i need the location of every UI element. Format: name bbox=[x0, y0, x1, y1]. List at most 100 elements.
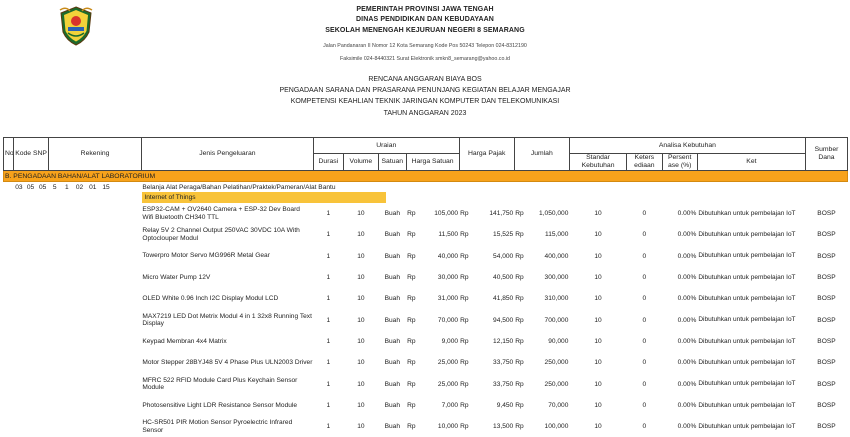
rekening-1: 5 bbox=[52, 183, 57, 191]
item-sumber-dana: BOSP bbox=[817, 252, 836, 260]
item-jumlah: 70,000 bbox=[548, 401, 569, 409]
item-ket: Dibutuhkan untuk pembelajan IoT bbox=[698, 252, 796, 260]
item-harga-pajak: 12,150 bbox=[493, 337, 514, 345]
item-ketersediaan: 0 bbox=[642, 210, 647, 218]
item-harga-pajak: 54,000 bbox=[493, 252, 514, 260]
item-ketersediaan: 0 bbox=[642, 231, 647, 239]
item-harga-satuan: 70,000 bbox=[437, 316, 459, 324]
item-harga-currency: Rp bbox=[407, 359, 416, 367]
item-harga-pajak: 33,750 bbox=[493, 380, 514, 388]
item-sumber-dana: BOSP bbox=[817, 316, 836, 324]
col-jumlah: Jumlah bbox=[513, 137, 570, 171]
item-harga-currency: Rp bbox=[407, 252, 416, 260]
item-harga-satuan: 40,000 bbox=[437, 252, 459, 260]
col-harga-pajak: Harga Pajak bbox=[458, 137, 515, 171]
item-name: OLED White 0.96 Inch I2C Display Modul L… bbox=[142, 295, 279, 303]
item-harga-satuan: 30,000 bbox=[437, 274, 459, 282]
item-jumlah-currency: Rp bbox=[515, 274, 524, 282]
item-ket: Dibutuhkan untuk pembelajan IoT bbox=[698, 401, 796, 409]
item-sumber-dana: BOSP bbox=[817, 380, 836, 388]
col-persentase: Persent ase (%) bbox=[661, 153, 698, 171]
item-pajak-currency: Rp bbox=[460, 295, 469, 303]
item-standar: 10 bbox=[594, 337, 602, 345]
item-ket: Dibutuhkan untuk pembelajan IoT bbox=[698, 273, 796, 281]
item-standar: 10 bbox=[594, 359, 602, 367]
section-row: B. PENGADAAN BAHAN/ALAT LABORATORIUM bbox=[3, 170, 848, 182]
item-volume: 10 bbox=[357, 359, 365, 367]
table-row: MAX7219 LED Dot Metrix Modul 4 in 1 32x8… bbox=[4, 309, 848, 330]
header-line-1: PEMERINTAH PROVINSI JAWA TENGAH bbox=[356, 6, 494, 13]
item-harga-pajak: 15,525 bbox=[493, 231, 514, 239]
item-standar: 10 bbox=[594, 210, 602, 218]
col-ket: Ket bbox=[696, 153, 806, 171]
header-line-2: DINAS PENDIDIKAN DAN KEBUDAYAAN bbox=[356, 16, 494, 23]
item-durasi: 1 bbox=[326, 316, 331, 324]
item-satuan: Buah bbox=[384, 380, 400, 388]
item-jumlah-currency: Rp bbox=[515, 359, 524, 367]
item-jumlah: 250,000 bbox=[544, 380, 569, 388]
item-standar: 10 bbox=[594, 274, 602, 282]
item-name: MAX7219 LED Dot Metrix Modul 4 in 1 32x8… bbox=[142, 312, 312, 328]
item-harga-satuan: 11,500 bbox=[438, 231, 459, 239]
item-volume: 10 bbox=[357, 210, 365, 218]
item-pajak-currency: Rp bbox=[460, 316, 469, 324]
item-ket: Dibutuhkan untuk pembelajan IoT bbox=[698, 380, 796, 388]
item-jumlah-currency: Rp bbox=[515, 316, 524, 324]
header-address: Jalan Pandanaran II Nomor 12 Kota Semara… bbox=[323, 43, 527, 49]
item-sumber-dana: BOSP bbox=[817, 231, 836, 239]
item-durasi: 1 bbox=[326, 337, 331, 345]
item-jumlah: 310,000 bbox=[544, 295, 569, 303]
group-label: Internet of Things bbox=[142, 192, 387, 203]
item-jumlah: 1,050,000 bbox=[539, 210, 569, 218]
col-sumber-dana: Sumber Dana bbox=[804, 137, 849, 171]
item-pajak-currency: Rp bbox=[460, 252, 469, 260]
header-fax-email: Faksimile 024-8440321 Surat Elektronik s… bbox=[340, 56, 510, 62]
item-harga-pajak: 41,850 bbox=[493, 295, 514, 303]
item-harga-satuan: 9,000 bbox=[441, 337, 459, 345]
table-row: Keypad Membran 4x4 Matrix 1 10 Buah Rp 9,000 R… bbox=[4, 331, 848, 352]
table-row: OLED White 0.96 Inch I2C Display Modul L… bbox=[4, 288, 848, 309]
item-volume: 10 bbox=[357, 337, 365, 345]
item-jumlah-currency: Rp bbox=[515, 337, 524, 345]
item-volume: 10 bbox=[357, 231, 365, 239]
item-sumber-dana: BOSP bbox=[817, 401, 836, 409]
header-line-3: SEKOLAH MENENGAH KEJURUAN NEGERI 8 SEMAR… bbox=[325, 27, 525, 34]
budget-table: No Kode SNP Rekening Jenis Pengeluaran U… bbox=[3, 137, 849, 437]
col-no: No bbox=[3, 137, 14, 171]
item-harga-currency: Rp bbox=[407, 380, 416, 388]
item-harga-pajak: 33,750 bbox=[493, 359, 514, 367]
item-satuan: Buah bbox=[384, 210, 400, 218]
item-durasi: 1 bbox=[326, 359, 331, 367]
item-jumlah: 90,000 bbox=[548, 337, 569, 345]
item-standar: 10 bbox=[594, 252, 602, 260]
item-harga-currency: Rp bbox=[407, 231, 416, 239]
item-standar: 10 bbox=[594, 380, 602, 388]
item-durasi: 1 bbox=[326, 380, 331, 388]
item-name: Keypad Membran 4x4 Matrix bbox=[142, 337, 227, 345]
item-persentase: 0.00% bbox=[677, 231, 697, 239]
item-name: Relay 5V 2 Channel Output 250VAC 30VDC 1… bbox=[142, 227, 300, 242]
item-sumber-dana: BOSP bbox=[817, 359, 836, 367]
table-row: ESP32-CAM + OV2640 Camera + ESP-32 Dev B… bbox=[4, 203, 848, 224]
section-label: B. PENGADAAN BAHAN/ALAT LABORATORIUM bbox=[3, 170, 848, 182]
item-pajak-currency: Rp bbox=[460, 274, 469, 282]
rekening-label: Belanja Alat Peraga/Bahan Pelatihan/Prak… bbox=[142, 183, 336, 191]
item-durasi: 1 bbox=[326, 210, 331, 218]
item-name: Photosensitive Light LDR Resistance Sens… bbox=[142, 401, 298, 409]
col-satuan: Satuan bbox=[378, 153, 407, 171]
item-ket: Dibutuhkan untuk pembelajan IoT bbox=[698, 358, 796, 366]
item-persentase: 0.00% bbox=[677, 401, 697, 409]
item-name: Towerpro Motor Servo MG996R Metal Gear bbox=[142, 252, 270, 260]
item-sumber-dana: BOSP bbox=[817, 210, 836, 218]
col-volume: Volume bbox=[342, 153, 380, 171]
item-ketersediaan: 0 bbox=[642, 337, 647, 345]
item-harga-currency: Rp bbox=[407, 295, 416, 303]
item-ketersediaan: 0 bbox=[642, 252, 647, 260]
item-satuan: Buah bbox=[384, 316, 400, 324]
group-row: Internet of Things bbox=[4, 192, 848, 203]
item-persentase: 0.00% bbox=[677, 295, 697, 303]
item-jumlah-currency: Rp bbox=[515, 380, 524, 388]
item-jumlah-currency: Rp bbox=[515, 295, 524, 303]
item-volume: 10 bbox=[357, 380, 365, 388]
item-ket: Dibutuhkan untuk pembelajan IoT bbox=[698, 295, 796, 303]
